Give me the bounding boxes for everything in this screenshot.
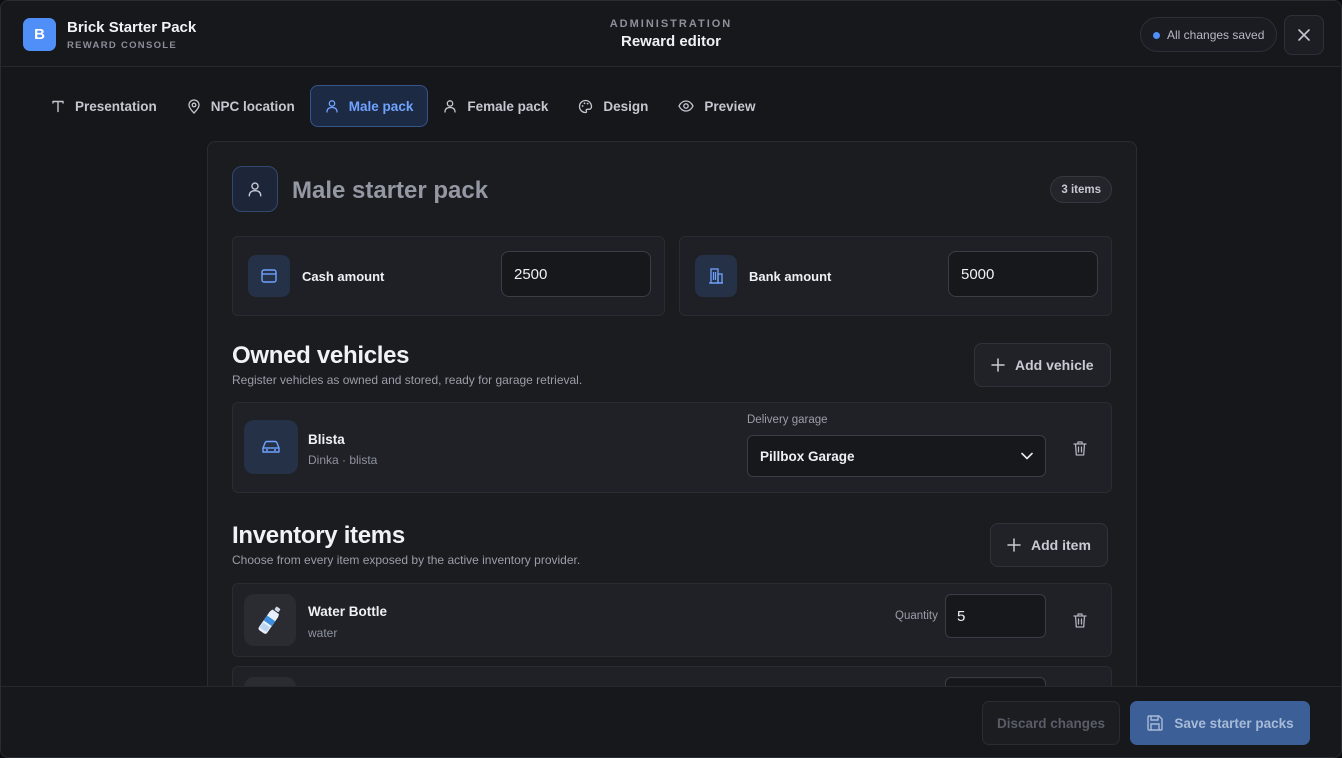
bank-icon bbox=[709, 268, 723, 284]
tab-presentation[interactable]: Presentation bbox=[36, 85, 172, 127]
tab-label: Preview bbox=[704, 98, 756, 114]
save-icon bbox=[1147, 715, 1164, 731]
wallet-icon bbox=[261, 269, 277, 283]
bank-amount-card: Bank amount 5000 bbox=[679, 236, 1112, 316]
quantity-input[interactable]: 5 bbox=[945, 594, 1046, 638]
tab-label: NPC location bbox=[210, 98, 295, 114]
bank-amount-input[interactable]: 5000 bbox=[948, 251, 1098, 297]
item-name: Water Bottle bbox=[308, 604, 388, 619]
add-vehicle-label: Add vehicle bbox=[1015, 357, 1094, 373]
discard-changes-button[interactable]: Discard changes bbox=[982, 701, 1120, 745]
close-icon bbox=[1298, 29, 1310, 41]
tab-female-pack[interactable]: Female pack bbox=[428, 85, 563, 127]
cash-amount-card: Cash amount 2500 bbox=[232, 236, 665, 316]
pack-title: Male starter pack bbox=[292, 177, 489, 204]
vehicle-name: Blista bbox=[308, 432, 345, 447]
trash-icon bbox=[1073, 440, 1087, 456]
inventory-item-row: Water Bottle water Quantity 5 bbox=[232, 583, 1112, 657]
inventory-section-title: Inventory items bbox=[232, 522, 405, 549]
save-status-text: All changes saved bbox=[1167, 27, 1265, 42]
vehicles-section-description: Register vehicles as owned and stored, r… bbox=[232, 373, 583, 387]
palette-icon bbox=[579, 99, 593, 113]
pack-avatar bbox=[232, 166, 278, 212]
starter-pack-panel: Male starter pack 3 items Cash amount 25… bbox=[207, 141, 1137, 701]
tab-label: Presentation bbox=[75, 98, 157, 114]
delivery-garage-select[interactable]: Pillbox Garage bbox=[747, 435, 1046, 477]
tab-label: Female pack bbox=[467, 98, 549, 114]
trash-icon bbox=[1073, 612, 1087, 628]
bank-amount-label: Bank amount bbox=[749, 269, 832, 284]
chevron-down-icon bbox=[1021, 452, 1033, 460]
tab-design[interactable]: Design bbox=[563, 85, 663, 127]
car-icon bbox=[262, 440, 280, 453]
bank-icon-box bbox=[695, 255, 737, 297]
save-label: Save starter packs bbox=[1174, 715, 1294, 731]
status-dot-icon bbox=[1153, 32, 1160, 39]
save-status-badge: All changes saved bbox=[1140, 17, 1278, 52]
eye-icon bbox=[678, 100, 695, 112]
cash-amount-label: Cash amount bbox=[302, 269, 385, 284]
add-item-button[interactable]: Add item bbox=[990, 523, 1108, 567]
water-bottle-icon bbox=[258, 606, 281, 634]
remove-vehicle-button[interactable] bbox=[1070, 438, 1090, 458]
delivery-garage-value: Pillbox Garage bbox=[760, 448, 855, 464]
item-image-box bbox=[244, 594, 296, 646]
tab-male-pack[interactable]: Male pack bbox=[309, 85, 429, 127]
vehicle-detail: Dinka · blista bbox=[308, 453, 378, 467]
map-pin-icon bbox=[188, 98, 200, 114]
footer-action-bar: Discard changes Save starter packs bbox=[1, 686, 1341, 757]
header: B Brick Starter Pack REWARD CONSOLE ADMI… bbox=[1, 1, 1341, 67]
close-button[interactable] bbox=[1284, 15, 1324, 55]
user-icon bbox=[444, 100, 456, 113]
cash-amount-input[interactable]: 2500 bbox=[501, 251, 651, 297]
item-count-badge: 3 items bbox=[1050, 176, 1112, 203]
item-code: water bbox=[308, 626, 338, 640]
cash-icon-box bbox=[248, 255, 290, 297]
tab-npc-location[interactable]: NPC location bbox=[172, 85, 310, 127]
vehicle-row: Blista Dinka · blista Delivery garage Pi… bbox=[232, 402, 1112, 493]
inventory-section-description: Choose from every item exposed by the ac… bbox=[232, 553, 581, 567]
user-icon bbox=[326, 100, 338, 113]
save-starter-packs-button[interactable]: Save starter packs bbox=[1130, 701, 1310, 745]
quantity-label: Quantity bbox=[895, 610, 938, 622]
plus-icon bbox=[1007, 538, 1021, 552]
vehicles-section-title: Owned vehicles bbox=[232, 342, 410, 369]
app-window: B Brick Starter Pack REWARD CONSOLE ADMI… bbox=[0, 0, 1342, 758]
remove-item-button[interactable] bbox=[1070, 610, 1090, 630]
plus-icon bbox=[991, 358, 1005, 372]
tab-label: Male pack bbox=[348, 98, 414, 114]
tab-label: Design bbox=[603, 98, 649, 114]
user-icon bbox=[248, 182, 262, 197]
tab-preview[interactable]: Preview bbox=[663, 85, 770, 127]
text-icon bbox=[52, 100, 64, 113]
delivery-garage-label: Delivery garage bbox=[747, 414, 828, 426]
add-item-label: Add item bbox=[1031, 537, 1091, 553]
add-vehicle-button[interactable]: Add vehicle bbox=[974, 343, 1111, 387]
tab-bar: Presentation NPC location Male pack Fema… bbox=[36, 85, 770, 127]
vehicle-icon-box bbox=[244, 420, 298, 474]
